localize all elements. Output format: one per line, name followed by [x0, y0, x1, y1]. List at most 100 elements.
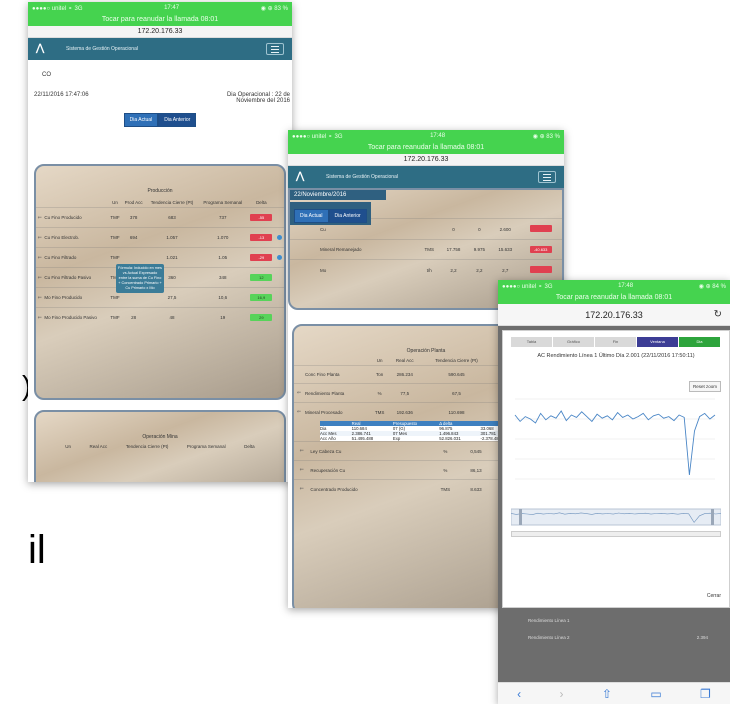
row-unit: TMF	[108, 227, 122, 248]
production-panel: Producción Un Prod Acc Tendencia Cierre …	[34, 164, 286, 400]
tab-day[interactable]: Dia	[679, 337, 721, 347]
row-unit: %	[370, 383, 389, 403]
col-arrow	[36, 198, 43, 208]
url-bar[interactable]: 172.20.176.33	[28, 26, 292, 38]
expand-arrow-icon[interactable]: ⇐	[294, 441, 310, 461]
row-label: Mineral Procesado	[303, 402, 371, 421]
row-label: Cu Fino Filtrado Pasivo	[43, 267, 109, 288]
chart-modal: Tabla Gráfico Fin Ventana Dia AC Rendimi…	[502, 330, 730, 608]
top-table: Cu 0 0 2.600 Mineral Remanejado TMS 17.7…	[290, 218, 562, 280]
tab-end[interactable]: Fin	[595, 337, 637, 347]
table-header: Un Prod Acc Tendencia Cierre (Pt) Progra…	[36, 198, 284, 208]
row-label: Mo Fino Producido Pasivo	[43, 307, 109, 327]
today-button[interactable]: Dia Actual	[123, 113, 159, 127]
status-badge: 29	[250, 314, 273, 321]
info-icon[interactable]	[277, 254, 283, 260]
col-acc: Real Acc	[395, 358, 414, 363]
row-label: Mo Fino Producido	[43, 287, 109, 308]
row-unit: TMS	[419, 239, 440, 260]
safari-address-bar[interactable]: 172.20.176.33 ↻	[498, 304, 730, 326]
tab-window[interactable]: Ventana	[637, 337, 679, 347]
call-bar[interactable]: Tocar para reanudar la llamada 08:01	[288, 142, 564, 154]
col-label	[304, 356, 370, 366]
reset-zoom-button[interactable]: Reset zoom	[688, 381, 721, 392]
row-program: 10,6	[198, 287, 248, 308]
phone-screenshot-3: ●●●●○ unitel ⚬ 3G 17:48 ◉ ⊕ 84 % Tocar p…	[498, 280, 730, 704]
row-acc: 2,2	[439, 259, 468, 280]
back-icon[interactable]: ‹	[517, 687, 521, 701]
chart-title: AC Rendimiento Línea 1 Último Día 2.001 …	[537, 353, 695, 359]
row-label: Mo	[290, 259, 420, 280]
previous-day-button[interactable]: Dia Anterior	[158, 113, 197, 127]
today-button[interactable]: Dia Actual	[294, 209, 329, 223]
status-badge: -55	[250, 214, 273, 221]
row-trend: 48	[145, 307, 199, 327]
info-icon[interactable]	[277, 234, 283, 240]
row-program: 348	[198, 267, 248, 288]
row-trend: 9.975	[467, 239, 492, 260]
col-acc: Real Acc	[89, 444, 108, 449]
tabs-icon[interactable]: ❐	[700, 687, 711, 701]
table-row[interactable]: Mineral Remanejado TMS 17.758 9.975 15.6…	[290, 239, 562, 260]
table-row[interactable]: ⇐ Mo Fino Producido Pasivo TMF 28 48 19 …	[36, 307, 284, 327]
call-bar[interactable]: Tocar para reanudar la llamada 08:01	[498, 292, 730, 304]
expand-arrow-icon[interactable]: ⇐	[36, 227, 44, 248]
call-bar[interactable]: Tocar para reanudar la llamada 08:01	[28, 14, 292, 26]
url-bar[interactable]: 172.20.176.33	[288, 154, 564, 166]
row-trend: 1.057	[145, 227, 199, 248]
list-item: Rendimiento Línea 1	[528, 618, 570, 623]
expand-arrow-icon[interactable]: ⇐	[294, 460, 310, 480]
expand-arrow-icon[interactable]: ⇐	[36, 307, 44, 327]
expand-arrow-icon[interactable]	[294, 365, 304, 384]
expand-arrow-icon[interactable]: ⇐	[294, 402, 304, 421]
row-unit: TMS	[370, 402, 389, 421]
row-acc: 17.758	[439, 239, 468, 260]
row-label: Concentrado Producido	[309, 479, 432, 498]
col-program: Programa Semanal	[186, 444, 226, 449]
tab-chart[interactable]: Gráfico	[553, 337, 595, 347]
row-program: 1.05	[198, 247, 248, 268]
share-icon[interactable]: ⇧	[602, 687, 612, 701]
table-row[interactable]: ⇐ Cu Fino Electrob. TMF 694 1.057 1.070 …	[36, 227, 284, 248]
phone-screenshot-1: ●●●●○ unitel ⚬ 3G 17:47 ◉ ⊕ 83 % Tocar p…	[28, 2, 292, 482]
menu-icon[interactable]	[266, 43, 284, 55]
row-acc: 8.633	[459, 479, 493, 498]
table-row[interactable]: Mo t/h 2,2 2,2 2,7	[290, 259, 562, 280]
forward-icon[interactable]: ›	[560, 687, 564, 701]
row-program: 737	[198, 207, 248, 228]
expand-arrow-icon[interactable]: ⇐	[294, 383, 304, 403]
close-button[interactable]: Cerrar	[707, 593, 721, 599]
chart-navigator[interactable]	[511, 507, 721, 527]
row-trend: 67,5	[420, 383, 493, 403]
screenshot-canvas: il il ) ●●●●○ unitel ⚬ 3G 17:47 ◉ ⊕ 83 %…	[0, 0, 730, 704]
row-program: 19	[198, 307, 248, 327]
bookmarks-icon[interactable]: ▭	[650, 687, 661, 701]
row-program: 1.070	[198, 227, 248, 248]
chart-scrollbar[interactable]	[511, 531, 721, 537]
col-acc: Prod Acc	[124, 200, 143, 205]
row-unit: TMS	[431, 479, 460, 498]
status-bar: ●●●●○ unitel ⚬ 3G 17:48 ◉ ⊕ 84 %	[498, 280, 730, 292]
operational-day-line2: Noviembre del 2016	[236, 98, 290, 104]
row-acc: 28	[121, 307, 146, 327]
row-unit: TMF	[108, 207, 122, 228]
expand-arrow-icon[interactable]: ⇐	[294, 479, 310, 498]
col-delta: Delta	[244, 444, 255, 449]
expand-arrow-icon[interactable]: ⇐	[36, 267, 44, 288]
reload-icon[interactable]: ↻	[714, 309, 722, 320]
row-acc: 286.234	[388, 365, 421, 384]
row-program: 2.600	[491, 218, 520, 240]
row-trend: 0	[467, 218, 492, 240]
side-text-left: il	[28, 528, 46, 572]
col-label	[43, 198, 108, 208]
expand-arrow-icon[interactable]: ⇐	[36, 247, 44, 268]
tab-table[interactable]: Tabla	[511, 337, 553, 347]
previous-day-button[interactable]: Dia Anterior	[328, 209, 367, 223]
row-unit	[419, 218, 440, 240]
table-row[interactable]: ⇐ Cu Fino Producido TMF 378 683 737 -55	[36, 207, 284, 228]
row-trend: 110.698	[420, 402, 493, 421]
expand-arrow-icon[interactable]: ⇐	[36, 287, 44, 308]
menu-icon[interactable]	[538, 171, 556, 183]
expand-arrow-icon[interactable]: ⇐	[36, 207, 44, 228]
row-acc: 0,545	[459, 441, 493, 461]
